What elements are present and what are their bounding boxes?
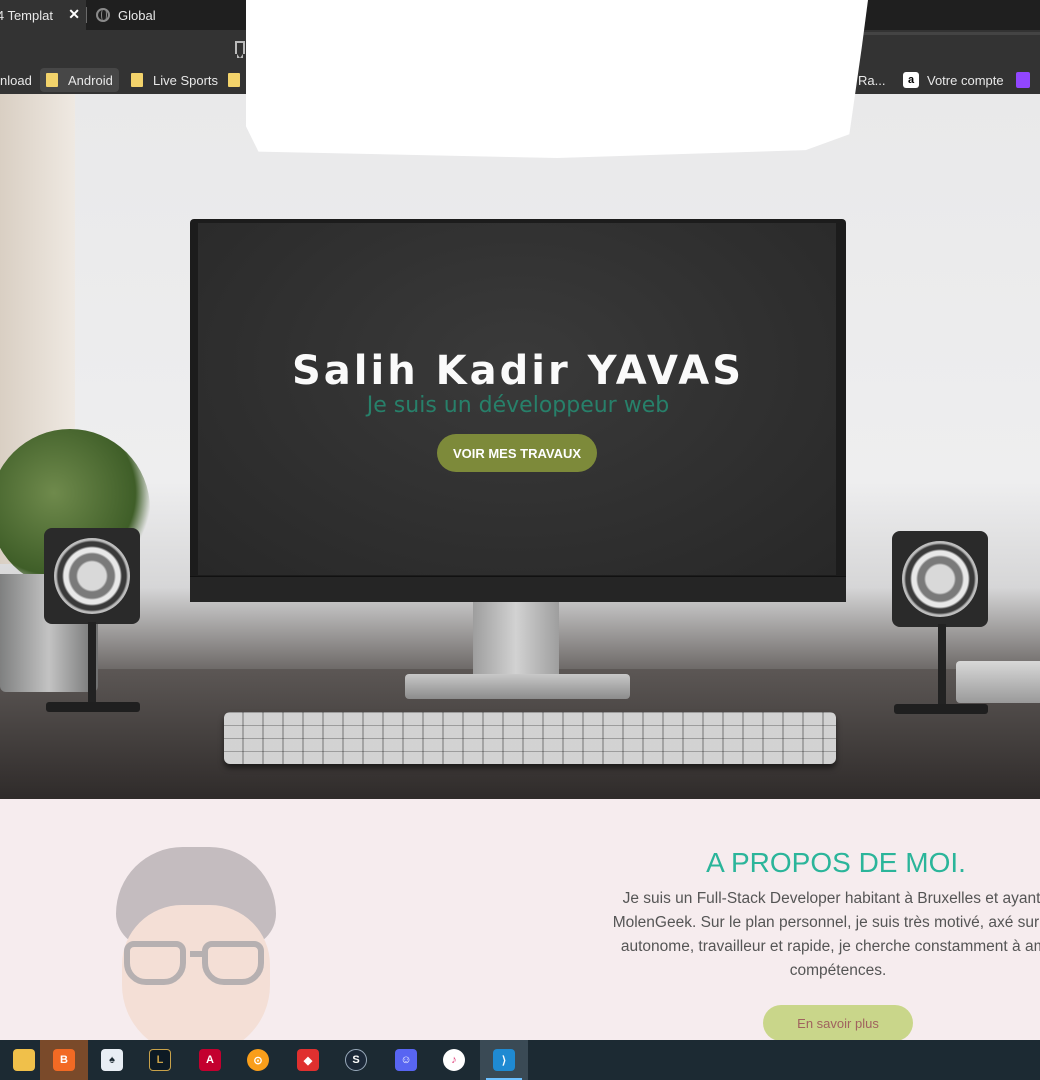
monitor-chin	[190, 576, 846, 602]
bookmark-label: Votre compte	[927, 72, 1004, 88]
tab-title: p 4 Templat	[0, 7, 53, 23]
left-speaker-image	[44, 528, 140, 624]
right-speaker-stand	[938, 624, 946, 714]
close-tab-icon[interactable]: ✕	[68, 6, 80, 23]
league-of-legends-icon[interactable]: L	[136, 1040, 184, 1080]
about-title: A PROPOS DE MOI.	[706, 847, 966, 878]
angular-icon[interactable]: A	[186, 1040, 234, 1080]
twitch-icon	[1016, 72, 1030, 88]
amazon-icon: a	[903, 72, 919, 88]
folder-icon	[46, 73, 58, 87]
overwatch-icon[interactable]: ⊙	[234, 1040, 282, 1080]
tab-title: Global	[118, 7, 156, 23]
steam-icon[interactable]: S	[332, 1040, 380, 1080]
bookmark-label: nload	[0, 72, 32, 88]
bookmark-live-sports[interactable]: Live Sports	[131, 68, 218, 92]
avatar-illustration	[110, 847, 282, 1040]
discord-icon[interactable]: ☺	[382, 1040, 430, 1080]
itunes-icon[interactable]: ♪	[430, 1040, 478, 1080]
bookmark-ra[interactable]: Ra...	[858, 68, 885, 92]
about-line: Je suis un Full-Stack Developer habitant…	[622, 890, 1040, 907]
about-line: MolenGeek. Sur le plan personnel, je sui…	[612, 914, 1040, 931]
globe-icon	[96, 8, 110, 22]
right-speaker-image	[892, 531, 988, 627]
bookmark-android[interactable]: Android	[40, 68, 119, 92]
glasses-right-lens	[202, 941, 264, 985]
tab-divider	[86, 7, 87, 23]
bookmark-votre-compte[interactable]: a Votre compte	[903, 68, 1004, 92]
bookmark-download[interactable]: nload	[0, 68, 32, 92]
glasses-left-lens	[124, 941, 186, 985]
tab-global[interactable]: Global	[88, 0, 248, 30]
laptop-image	[956, 661, 1040, 703]
folder-icon	[131, 73, 143, 87]
bookmark-label: Ra...	[858, 72, 886, 88]
solitaire-icon[interactable]: ♠	[88, 1040, 136, 1080]
bookmark-icon[interactable]	[235, 41, 245, 58]
tab-template[interactable]: p 4 Templat ✕	[0, 0, 86, 30]
about-paragraph: Je suis un Full-Stack Developer habitant…	[548, 887, 1040, 983]
about-line: autonome, travailleur et rapide, je cher…	[620, 938, 1040, 955]
hero-title: Salih Kadir YAVAS	[292, 348, 744, 394]
right-speaker-foot	[894, 704, 988, 714]
about-line: compétences.	[789, 962, 887, 979]
bookmark-label: Live Sports	[153, 72, 219, 88]
taskbar: B ♠ L A ⊙ ◆ S ☺ ♪ ⟩	[0, 1040, 1040, 1080]
left-speaker-foot	[46, 702, 140, 712]
left-speaker-stand	[88, 622, 96, 712]
keyboard-image	[224, 712, 836, 764]
brave-browser-icon[interactable]: B	[40, 1040, 88, 1080]
anydesk-icon[interactable]: ◆	[284, 1040, 332, 1080]
bookmark-twitch[interactable]	[1016, 68, 1036, 92]
view-work-button[interactable]: VOIR MES TRAVAUX	[437, 434, 597, 472]
bookmark-label: Android	[68, 72, 113, 88]
vscode-icon[interactable]: ⟩	[480, 1040, 528, 1080]
folder-icon	[228, 73, 240, 87]
redaction-overlay	[246, 0, 868, 158]
learn-more-button[interactable]: En savoir plus	[763, 1005, 913, 1040]
toolbar-divider	[860, 32, 1040, 35]
hero-subtitle: Je suis un développeur web	[366, 393, 670, 418]
monitor-stand	[473, 601, 559, 685]
about-section: A PROPOS DE MOI. Je suis un Full-Stack D…	[0, 799, 1040, 1040]
monitor-base	[405, 674, 630, 699]
glasses-bridge	[190, 951, 204, 957]
